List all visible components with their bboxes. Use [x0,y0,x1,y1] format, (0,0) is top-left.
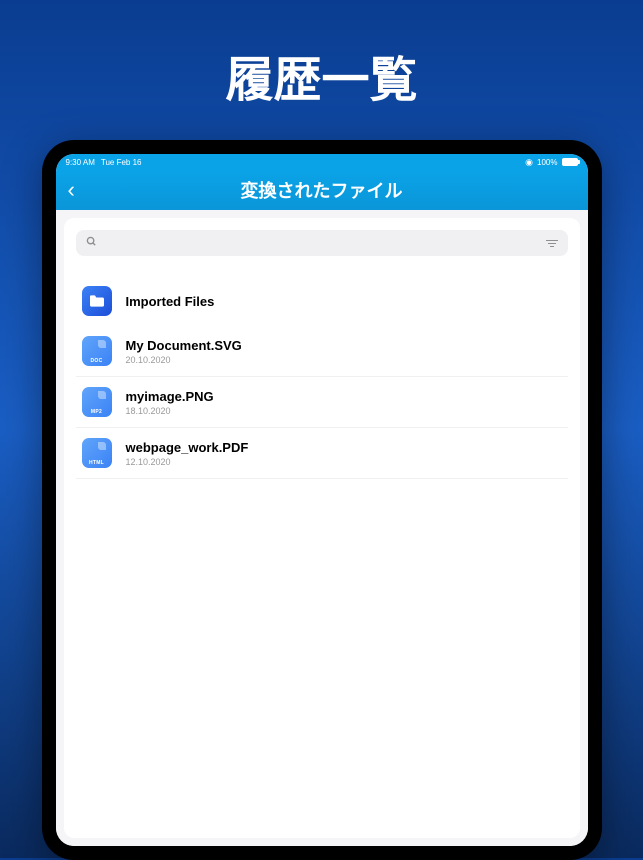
tablet-screen: 9:30 AM Tue Feb 16 ◉ 100% ‹ 変換されたファイル [56,154,588,846]
search-icon [86,236,97,250]
status-bar: 9:30 AM Tue Feb 16 ◉ 100% [56,154,588,170]
doc-icon: HTML [82,438,112,468]
file-ext: MP2 [82,409,112,415]
file-name: Imported Files [126,294,215,309]
file-ext: DOC [82,358,112,364]
file-name: My Document.SVG [126,338,242,353]
list-item[interactable]: Imported Files [76,276,568,326]
file-date: 20.10.2020 [126,355,242,365]
status-right: ◉ 100% [525,157,577,168]
wifi-icon: ◉ [525,157,533,168]
list-item[interactable]: DOC My Document.SVG 20.10.2020 [76,326,568,377]
file-list: Imported Files DOC My Document.SVG 20.10… [76,276,568,479]
status-time: 9:30 AM [66,158,95,167]
nav-title: 変換されたファイル [241,177,403,203]
content-card: Imported Files DOC My Document.SVG 20.10… [64,218,580,838]
file-date: 12.10.2020 [126,457,249,467]
file-info: webpage_work.PDF 12.10.2020 [126,440,249,467]
search-bar[interactable] [76,230,568,256]
battery-icon [562,158,578,166]
hero-title: 履歴一覧 [0,0,643,140]
list-item[interactable]: HTML webpage_work.PDF 12.10.2020 [76,428,568,479]
back-button[interactable]: ‹ [68,179,75,201]
content-area: Imported Files DOC My Document.SVG 20.10… [56,210,588,846]
status-left: 9:30 AM Tue Feb 16 [66,158,142,167]
list-item[interactable]: MP2 myimage.PNG 18.10.2020 [76,377,568,428]
file-name: myimage.PNG [126,389,214,404]
file-name: webpage_work.PDF [126,440,249,455]
folder-icon [82,286,112,316]
file-date: 18.10.2020 [126,406,214,416]
battery-percent: 100% [537,158,557,167]
nav-bar: ‹ 変換されたファイル [56,170,588,210]
tablet-frame: 9:30 AM Tue Feb 16 ◉ 100% ‹ 変換されたファイル [42,140,602,860]
file-ext: HTML [82,460,112,466]
doc-icon: MP2 [82,387,112,417]
doc-icon: DOC [82,336,112,366]
file-info: myimage.PNG 18.10.2020 [126,389,214,416]
file-info: My Document.SVG 20.10.2020 [126,338,242,365]
status-date: Tue Feb 16 [101,158,142,167]
file-info: Imported Files [126,294,215,309]
filter-icon[interactable] [546,240,558,247]
